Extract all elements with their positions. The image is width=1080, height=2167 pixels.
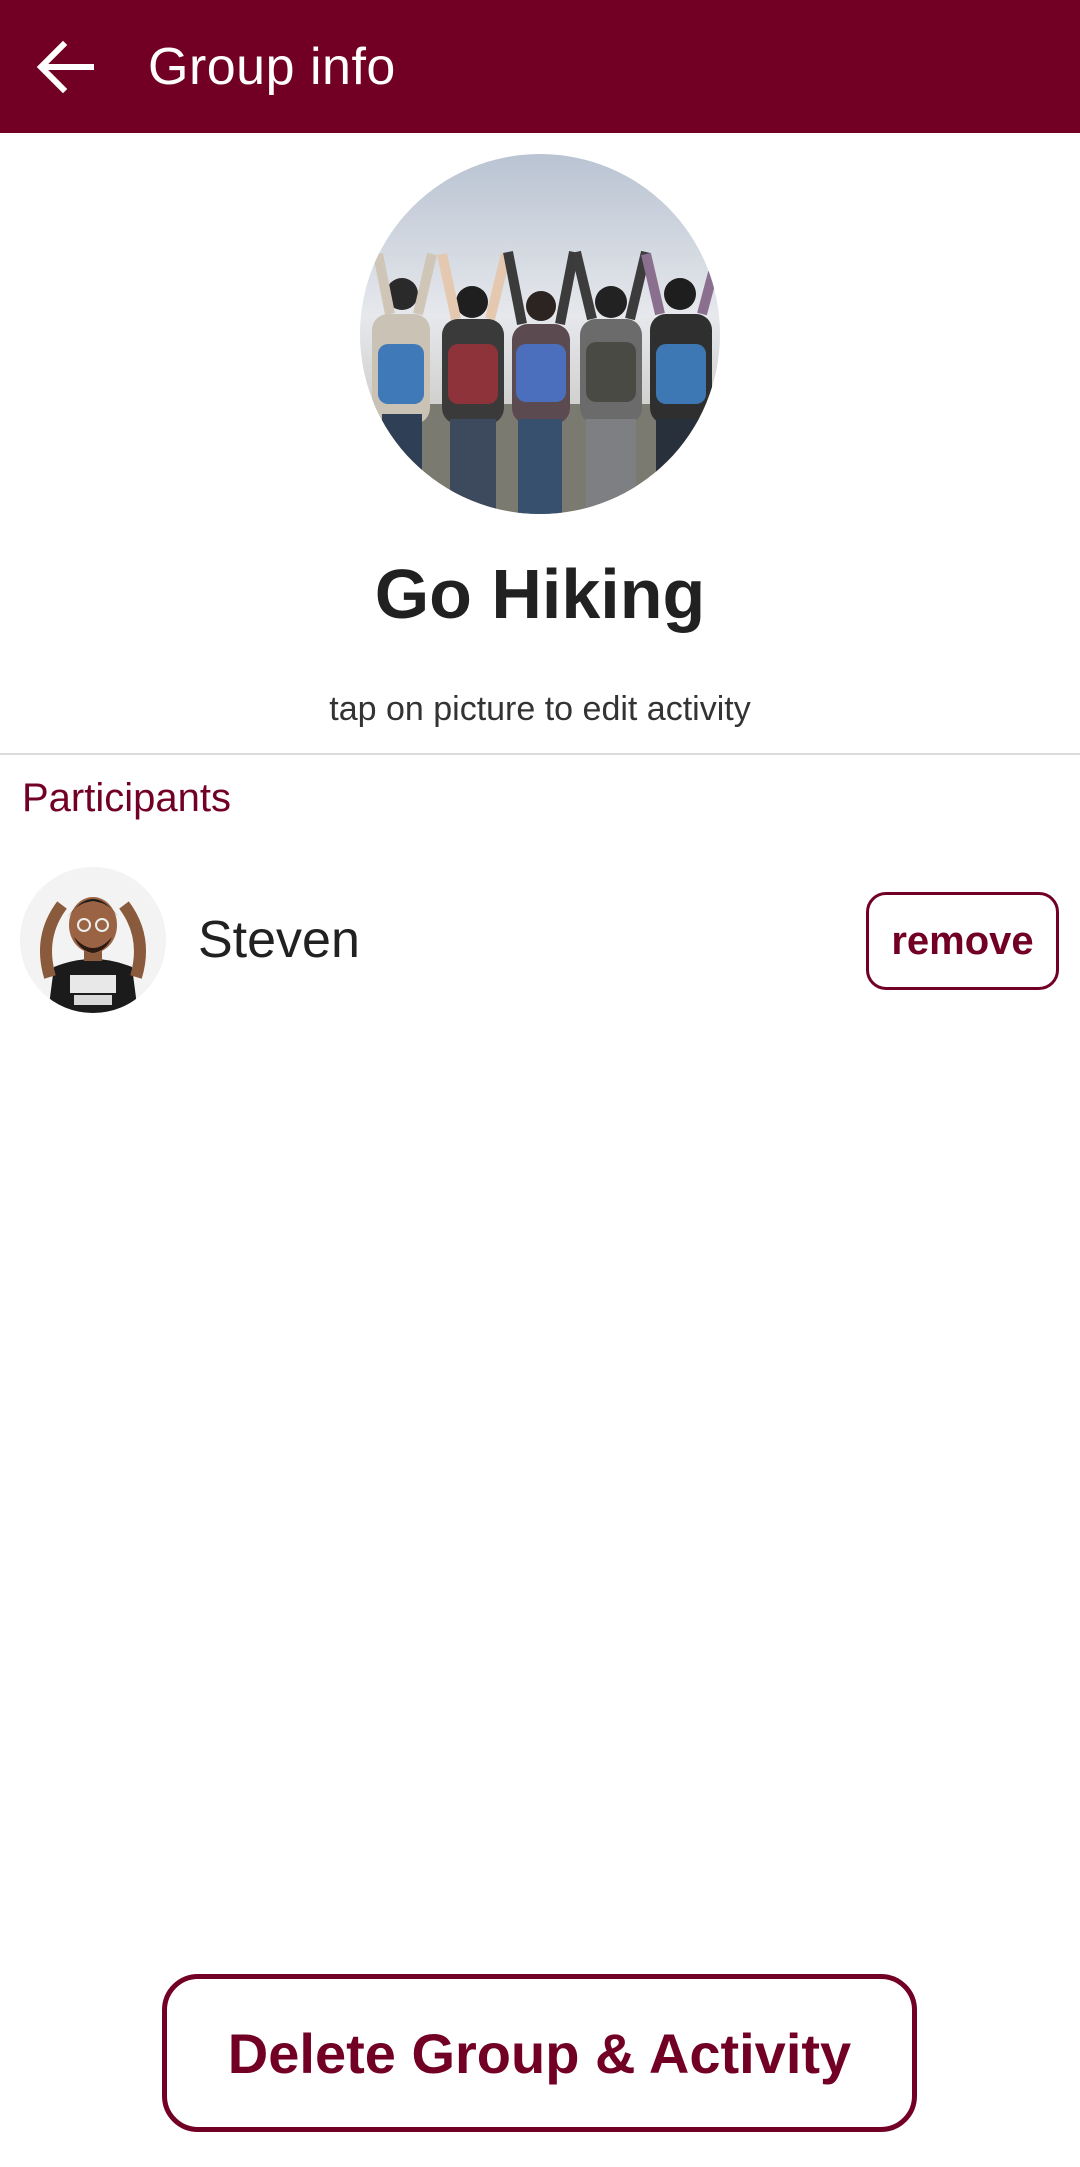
remove-participant-button[interactable]: remove xyxy=(866,892,1059,990)
group-picture[interactable] xyxy=(360,154,720,514)
page-title: Group info xyxy=(148,37,396,96)
person-avatar xyxy=(20,867,166,1013)
edit-hint: tap on picture to edit activity xyxy=(329,690,751,728)
participant-name: Steven xyxy=(198,911,360,969)
delete-group-button[interactable]: Delete Group & Activity xyxy=(162,1974,917,2132)
arrow-left-icon xyxy=(36,40,94,94)
group-info-screen: Group info Go Hiking tap on picture to e… xyxy=(0,0,1080,2167)
avatar[interactable] xyxy=(20,867,166,1013)
group-photo xyxy=(360,154,720,514)
back-button[interactable] xyxy=(28,30,102,104)
participant-row: Steven remove xyxy=(0,862,1080,1013)
divider xyxy=(0,753,1080,755)
app-bar: Group info xyxy=(0,0,1080,133)
group-name: Go Hiking xyxy=(374,555,706,633)
participants-heading: Participants xyxy=(22,776,231,820)
